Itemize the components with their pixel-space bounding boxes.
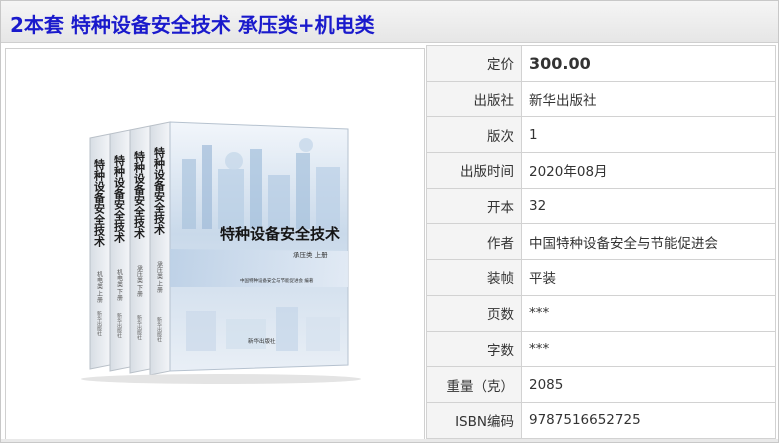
spec-label: 重量（克）	[426, 366, 522, 403]
spec-label: 开本	[426, 187, 522, 225]
format-value: 32	[521, 187, 776, 225]
spec-label: 装帧	[426, 259, 522, 296]
spine-1-pub: 新华出版社	[96, 310, 102, 337]
publish-date-value: 2020年08月	[521, 152, 776, 189]
spec-label: 出版时间	[426, 152, 522, 189]
weight-value: 2085	[521, 366, 776, 403]
cover-publisher: 新华出版社	[248, 337, 276, 345]
spine-2-sub: 机电类 下册	[116, 268, 123, 302]
spec-row-publish-date: 出版时间 2020年08月	[426, 152, 776, 189]
spec-row-word-count: 字数 ***	[426, 330, 776, 368]
cover-author-line: 中国特种设备安全与节能促进会 编著	[240, 277, 314, 284]
front-cover: 特种设备安全技术 承压类 上册 中国特种设备安全与节能促进会 编著 新华出版社	[169, 121, 349, 372]
spine-3-sub: 承压类 下册	[136, 264, 143, 298]
spine-3-title: 特种设备安全技术	[133, 150, 147, 240]
spec-row-isbn: ISBN编码 9787516652725	[426, 401, 776, 439]
spec-row-pages: 页数 ***	[426, 294, 776, 332]
product-frame: 2本套 特种设备安全技术 承压类+机电类 特种设备安全技术 机电类 上册 特种设…	[0, 0, 779, 443]
spine-4-pub: 新华出版社	[156, 316, 162, 343]
pages-value: ***	[521, 294, 776, 332]
spec-label: 出版社	[426, 80, 522, 118]
spine-1-sub: 机电类 上册	[96, 270, 103, 304]
author-value: 中国特种设备安全与节能促进会	[521, 223, 776, 261]
spec-row-publisher: 出版社 新华出版社	[426, 80, 776, 118]
cover-subtitle: 承压类 上册	[293, 250, 328, 259]
cover-main-title: 特种设备安全技术	[220, 225, 340, 243]
page-title: 2本套 特种设备安全技术 承压类+机电类	[10, 13, 375, 37]
spec-label: 作者	[426, 223, 522, 261]
publisher-value: 新华出版社	[521, 80, 776, 118]
spec-row-format: 开本 32	[426, 187, 776, 225]
spec-label: 页数	[426, 294, 522, 332]
spine-3-pub: 新华出版社	[136, 314, 142, 341]
spec-label: 版次	[426, 116, 522, 154]
binding-value: 平装	[521, 259, 776, 296]
spec-row-weight: 重量（克） 2085	[426, 366, 776, 403]
spec-row-edition: 版次 1	[426, 116, 776, 154]
title-bar: 2本套 特种设备安全技术 承压类+机电类	[1, 1, 778, 43]
spec-label: ISBN编码	[426, 401, 522, 439]
isbn-value: 9787516652725	[521, 401, 776, 439]
bottom-divider	[1, 439, 778, 442]
book-set-image[interactable]: 特种设备安全技术 机电类 上册 特种设备安全技术 机电类 下册 特种设备安全技术…	[6, 49, 424, 439]
product-image-panel[interactable]: 特种设备安全技术 机电类 上册 特种设备安全技术 机电类 下册 特种设备安全技术…	[5, 48, 425, 440]
spine-1-title: 特种设备安全技术	[93, 158, 107, 248]
spec-label: 定价	[426, 45, 522, 82]
edition-value: 1	[521, 116, 776, 154]
spec-row-author: 作者 中国特种设备安全与节能促进会	[426, 223, 776, 261]
spine-2-title: 特种设备安全技术	[113, 154, 127, 244]
spine-2-pub: 新华出版社	[116, 312, 122, 339]
spec-row-binding: 装帧 平装	[426, 259, 776, 296]
word-count-value: ***	[521, 330, 776, 368]
spec-table: 定价 300.00 出版社 新华出版社 版次 1 出版时间 2020年08月 开…	[426, 45, 776, 439]
spec-row-price: 定价 300.00	[426, 45, 776, 82]
spine-4-title: 特种设备安全技术	[153, 146, 167, 236]
price-value: 300.00	[521, 45, 776, 82]
spine-4-sub: 承压类 上册	[156, 260, 163, 294]
spec-label: 字数	[426, 330, 522, 368]
